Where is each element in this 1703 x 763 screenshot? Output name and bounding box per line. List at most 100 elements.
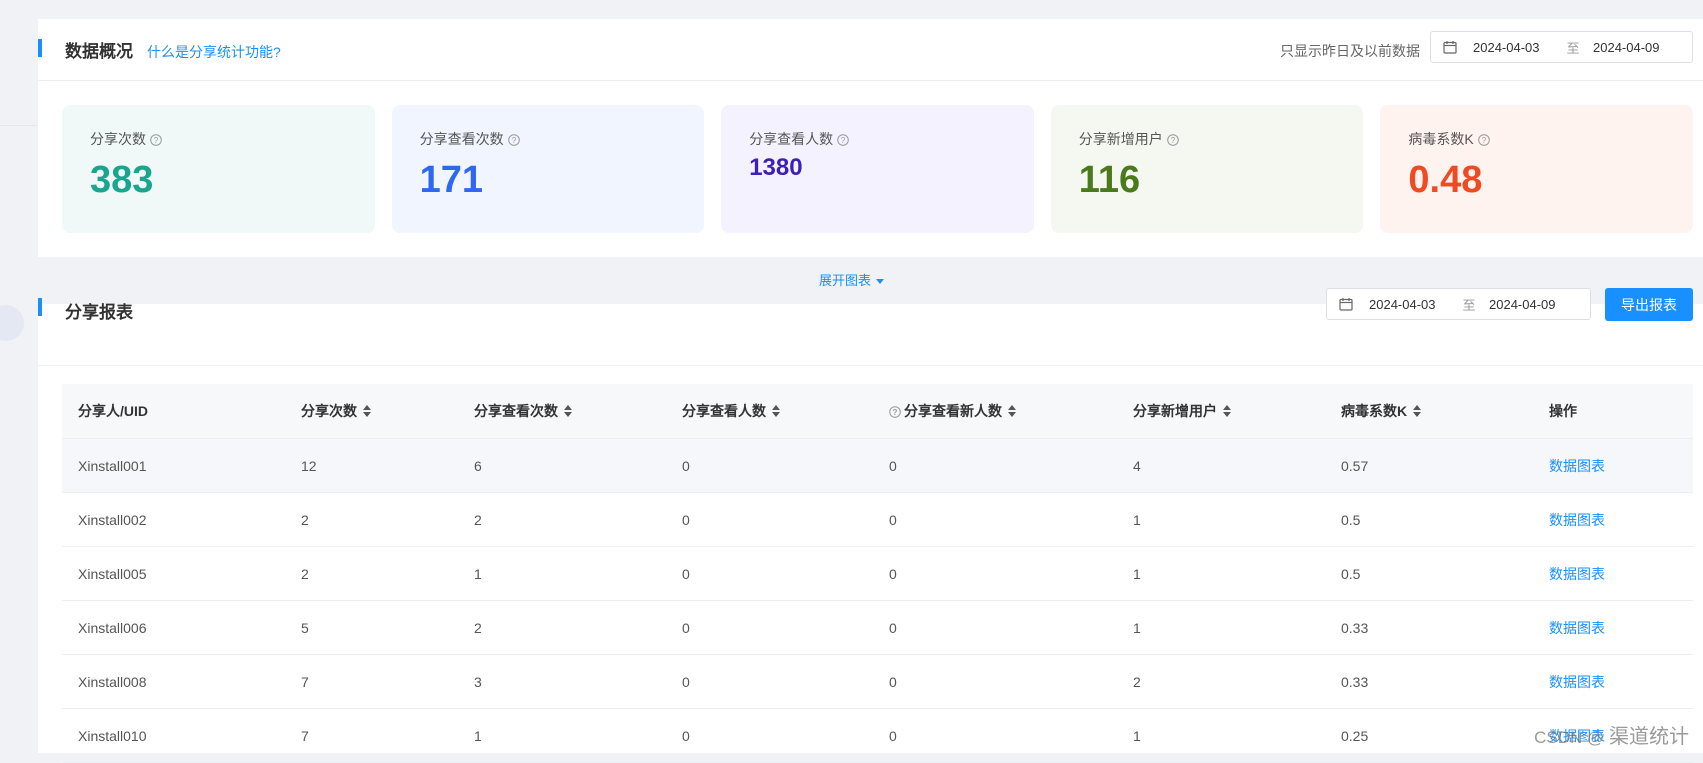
col-header-label: 病毒系数K (1341, 403, 1408, 419)
table-cell: 0 (682, 457, 690, 474)
overview-header: 数据概况 什么是分享统计功能? 只显示昨日及以前数据 2024-04-03 至 … (38, 19, 1703, 81)
question-icon[interactable]: ? (150, 133, 162, 146)
sort-icon[interactable] (772, 405, 780, 417)
table-cell: 0 (682, 727, 690, 744)
export-report-button[interactable]: 导出报表 (1605, 288, 1693, 321)
table-cell: 0 (682, 619, 690, 636)
table-cell: 6 (474, 457, 482, 474)
col-header-actions: 操作 (1533, 401, 1693, 421)
question-icon[interactable]: ? (507, 133, 520, 146)
col-header-new-viewers[interactable]: ? 分享查看新人数 (873, 401, 1117, 421)
table-cell: 0.33 (1341, 619, 1369, 636)
sort-icon[interactable] (1008, 405, 1016, 417)
table-cell: 0 (682, 565, 690, 582)
card-value: 1380 (749, 154, 803, 181)
table-cell: 2 (474, 511, 482, 528)
table-body: Xinstall001 12 6 0 0 4 0.57 数据图表 Xinstall002 2 2 0 0… (62, 439, 1693, 763)
col-header-viewer-count[interactable]: 分享查看人数 (666, 401, 873, 421)
stat-card-share-count: 分享次数? 383 (62, 105, 375, 233)
report-date-range[interactable]: 2024-04-03 至 2024-04-09 (1326, 288, 1591, 320)
sort-icon[interactable] (363, 405, 371, 417)
date-note: 只显示昨日及以前数据 (1280, 43, 1420, 59)
report-title: 分享报表 (65, 303, 133, 322)
table-row: Xinstall001 12 6 0 0 4 0.57 数据图表 (62, 439, 1693, 493)
question-icon[interactable]: ? (1166, 133, 1179, 146)
col-header-uid: 分享人/UID (62, 401, 285, 421)
table-cell: 0.33 (1341, 673, 1369, 690)
calendar-icon (1443, 40, 1457, 54)
svg-text:?: ? (841, 136, 846, 145)
calendar-icon (1339, 297, 1353, 311)
watermark: CSDN @ 渠道统计 (1534, 720, 1689, 749)
date-separator: 至 (1566, 40, 1580, 56)
watermark-suffix: 渠道统计 (1609, 726, 1689, 748)
data-chart-link[interactable]: 数据图表 (1533, 456, 1693, 476)
date-end-input[interactable]: 2024-04-09 (1593, 40, 1673, 55)
title-accent-bar (38, 298, 42, 316)
sort-icon[interactable] (1413, 405, 1422, 417)
col-header-view-count[interactable]: 分享查看次数 (458, 401, 666, 421)
svg-text:?: ? (893, 408, 898, 417)
card-label: 分享新增用户 (1078, 131, 1163, 147)
date-start-input[interactable]: 2024-04-03 (1369, 297, 1449, 312)
table-cell: Xinstall010 (78, 727, 147, 744)
table-cell: 0 (889, 457, 897, 474)
expand-chart-toggle[interactable]: 展开图表 (0, 270, 1703, 289)
table-cell: 0 (889, 619, 897, 636)
data-chart-link[interactable]: 数据图表 (1533, 618, 1693, 638)
question-icon[interactable]: ? (889, 405, 901, 418)
overview-title: 数据概况 (65, 42, 133, 61)
stat-card-viewer-count: 分享查看人数? 1380 (721, 105, 1034, 233)
caret-down-icon (876, 279, 884, 285)
report-table: 分享人/UID 分享次数 分享查看次数 分享查看人数 ? 分享查看新人数 分享新增… (62, 384, 1693, 763)
data-chart-link[interactable]: 数据图表 (1533, 564, 1693, 584)
table-cell: 2 (301, 511, 309, 528)
table-cell: 0 (889, 511, 897, 528)
col-header-new-users[interactable]: 分享新增用户 (1117, 401, 1325, 421)
table-cell: 7 (301, 727, 309, 744)
left-sidebar-edge (0, 0, 37, 753)
svg-text:?: ? (511, 136, 516, 145)
table-cell: 0 (889, 673, 897, 690)
date-end-input[interactable]: 2024-04-09 (1489, 297, 1569, 312)
sort-icon[interactable] (1223, 405, 1231, 417)
table-cell: 1 (474, 727, 482, 744)
svg-text:?: ? (1481, 136, 1486, 145)
table-cell: 5 (301, 619, 309, 636)
help-link[interactable]: 什么是分享统计功能? (147, 42, 281, 62)
col-header-viral-k[interactable]: 病毒系数K (1325, 401, 1533, 421)
table-cell: 1 (1133, 511, 1141, 528)
card-label: 分享查看人数 (749, 131, 834, 147)
table-cell: 0 (682, 673, 690, 690)
table-cell: Xinstall002 (78, 511, 147, 528)
table-cell: 0.5 (1341, 511, 1361, 528)
table-cell: 0 (889, 565, 897, 582)
data-chart-link[interactable]: 数据图表 (1533, 510, 1693, 530)
data-chart-link[interactable]: 数据图表 (1533, 672, 1693, 692)
col-header-label: 分享查看人数 (682, 403, 766, 419)
stat-card-viral-k: 病毒系数K? 0.48 (1380, 105, 1693, 233)
card-label: 分享次数 (90, 131, 146, 147)
expand-label: 展开图表 (818, 273, 871, 288)
col-header-label: 分享查看新人数 (904, 403, 1002, 419)
table-cell: 2 (301, 565, 309, 582)
overview-panel: 数据概况 什么是分享统计功能? 只显示昨日及以前数据 2024-04-03 至 … (38, 19, 1703, 257)
title-accent-bar (38, 39, 42, 57)
sort-icon[interactable] (564, 405, 572, 417)
question-icon[interactable]: ? (837, 133, 849, 146)
table-cell: 2 (474, 619, 482, 636)
question-icon[interactable]: ? (1477, 133, 1490, 146)
table-cell: Xinstall001 (78, 457, 147, 474)
col-header-label: 分享人/UID (78, 403, 148, 419)
col-header-label: 分享查看次数 (474, 403, 558, 419)
table-cell: 0 (889, 727, 897, 744)
table-cell: 0.57 (1341, 457, 1369, 474)
card-label: 病毒系数K (1408, 131, 1474, 147)
table-header: 分享人/UID 分享次数 分享查看次数 分享查看人数 ? 分享查看新人数 分享新增… (62, 384, 1693, 439)
date-start-input[interactable]: 2024-04-03 (1473, 40, 1553, 55)
overview-date-range[interactable]: 2024-04-03 至 2024-04-09 (1430, 31, 1693, 63)
svg-text:?: ? (1171, 136, 1176, 145)
date-separator: 至 (1462, 297, 1476, 313)
col-header-share-count[interactable]: 分享次数 (285, 401, 458, 421)
table-row: Xinstall005 2 1 0 0 1 0.5 数据图表 (62, 547, 1693, 601)
